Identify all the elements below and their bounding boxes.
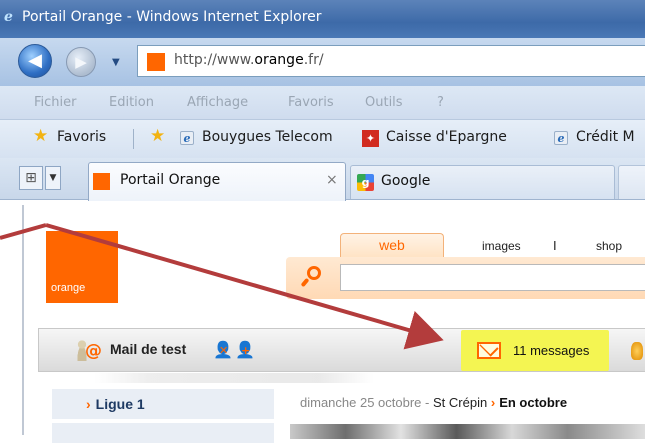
add-contact-icon[interactable]: 👤 +	[235, 340, 255, 359]
user-toolbar: @ Mail de test 👤 ✕ 👤 + 11 messages	[38, 328, 645, 372]
url-suffix: .fr/	[303, 52, 324, 68]
tab-bar: ⊞ ▼ Portail Orange × g Google	[0, 158, 645, 201]
messages-link[interactable]: 11 messages	[461, 330, 609, 371]
new-tab-button[interactable]	[618, 165, 645, 199]
favorites-button[interactable]: Favoris	[57, 129, 106, 145]
menu-affichage[interactable]: Affichage	[187, 95, 248, 110]
search-box	[286, 257, 645, 299]
saint-of-day[interactable]: St Crépin	[433, 395, 487, 410]
date-separator: -	[425, 395, 430, 410]
tab-google[interactable]: g Google	[350, 165, 615, 199]
search-tab-images[interactable]: images	[482, 239, 521, 253]
envelope-icon	[477, 342, 501, 359]
search-icon[interactable]	[300, 266, 322, 288]
logo-text: orange	[51, 282, 86, 294]
month-link[interactable]: › En octobre	[491, 395, 567, 410]
quick-tabs-icon[interactable]: ⊞	[19, 166, 43, 190]
add-favorite-icon[interactable]: ★	[150, 128, 165, 145]
favorite-link-caisse-epargne[interactable]: Caisse d'Epargne	[386, 129, 507, 145]
sidebar-item-label: › Ligue 1	[86, 396, 145, 412]
menu-edition[interactable]: Edition	[109, 95, 154, 110]
ie-page-icon: e	[554, 131, 568, 145]
caisse-epargne-icon: ✦	[362, 130, 379, 147]
search-tab-shop[interactable]: shop	[596, 239, 622, 253]
tab-portail-orange[interactable]: Portail Orange ×	[88, 162, 346, 201]
url-domain: orange	[254, 52, 304, 68]
google-favicon-icon: g	[357, 174, 374, 191]
window-title: Portail Orange - Windows Internet Explor…	[22, 9, 322, 25]
search-input[interactable]	[340, 264, 645, 291]
url-prefix: http://www.	[174, 52, 255, 68]
tab-list-dropdown-icon[interactable]: ▼	[45, 166, 61, 190]
address-bar[interactable]: http://www.orange.fr/	[137, 45, 645, 77]
tab-label: Google	[381, 173, 431, 189]
menu-favoris[interactable]: Favoris	[288, 95, 334, 110]
menu-fichier[interactable]: Fichier	[34, 95, 77, 110]
history-dropdown-icon[interactable]: ▼	[112, 57, 120, 68]
navigation-bar: ◀ ▶ ▼ http://www.orange.fr/	[0, 38, 645, 86]
orange-logo[interactable]: orange	[46, 231, 118, 303]
month-link-text: En octobre	[499, 395, 568, 410]
search-tabs: web images I shop	[340, 233, 645, 259]
menu-help[interactable]: ?	[437, 95, 444, 110]
address-url[interactable]: http://www.orange.fr/	[174, 52, 324, 68]
ie-page-icon: e	[180, 131, 194, 145]
favorites-bar: ★ Favoris ★ e Bouygues Telecom ✦ Caisse …	[0, 120, 645, 158]
chevron-right-icon: ›	[86, 396, 91, 412]
mail-account-icon: @	[75, 339, 105, 363]
favorite-link-credit[interactable]: Crédit M	[576, 129, 635, 145]
menu-outils[interactable]: Outils	[365, 95, 403, 110]
search-tab-web[interactable]: web	[340, 233, 444, 259]
page-content: orange web images I shop @ Mail de test …	[22, 205, 645, 443]
favorites-separator	[133, 129, 134, 149]
search-tab-separator: I	[553, 238, 557, 253]
date-text: dimanche 25 octobre	[300, 395, 422, 410]
date-line: dimanche 25 octobre - St Crépin › En octo…	[300, 395, 567, 410]
favorite-link-bouygues[interactable]: Bouygues Telecom	[202, 129, 333, 145]
orange-favicon-icon	[147, 53, 165, 71]
menu-bar: Fichier Edition Affichage Favoris Outils…	[0, 86, 645, 120]
sidebar-item[interactable]	[52, 423, 274, 443]
remove-contact-icon[interactable]: 👤 ✕	[213, 340, 233, 359]
ie-logo-icon: e	[4, 9, 13, 25]
forward-button[interactable]: ▶	[66, 47, 96, 77]
back-button[interactable]: ◀	[18, 44, 52, 78]
chevron-right-icon: ›	[490, 395, 496, 410]
orange-favicon-icon	[93, 173, 110, 190]
close-tab-icon[interactable]: ×	[326, 172, 338, 188]
favorites-star-icon: ★	[33, 126, 49, 146]
sidebar-item-ligue1[interactable]: › Ligue 1	[52, 389, 274, 419]
mail-account-link[interactable]: Mail de test	[110, 341, 186, 357]
messages-count: 11 messages	[513, 343, 590, 358]
tab-label: Portail Orange	[120, 172, 221, 188]
faded-banner	[94, 373, 374, 383]
toolbar-extra-icon[interactable]	[631, 342, 643, 360]
window-titlebar[interactable]: e Portail Orange - Windows Internet Expl…	[0, 0, 645, 38]
sidebar-item-text: Ligue 1	[95, 396, 145, 412]
